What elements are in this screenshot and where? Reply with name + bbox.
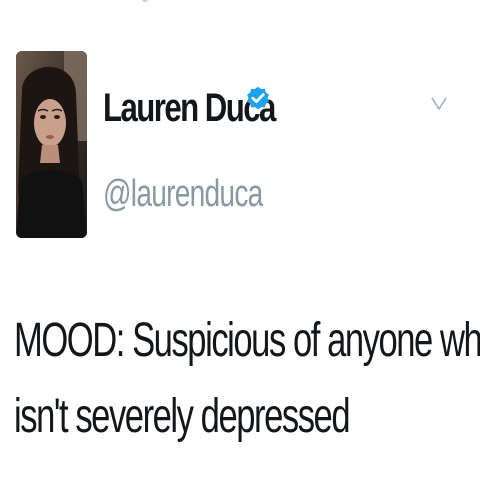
tweet-text-line: isn't severely depressed [14,390,351,443]
tweet-card: Lauren Duca @laurenduca MOOD: Suspicious… [0,0,480,480]
profile-photo-icon [16,51,87,238]
verified-badge-icon [247,86,269,110]
tweet-text-line: MOOD: Suspicious of anyone who [14,314,480,367]
previous-tweet-edge [0,0,480,4]
tweet-text: MOOD: Suspicious of anyone who isn't sev… [14,303,480,455]
author-handle[interactable]: @laurenduca [103,175,263,213]
chevron-down-icon[interactable] [430,94,448,112]
partial-icon [142,0,148,2]
author-info[interactable]: Lauren Duca [103,88,323,128]
avatar[interactable] [16,51,87,238]
